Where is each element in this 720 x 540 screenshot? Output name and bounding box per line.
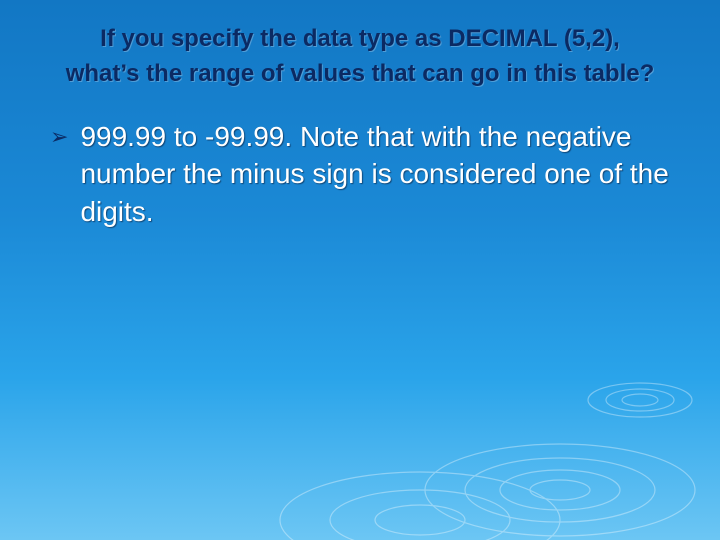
slide-title: If you specify the data type as DECIMAL …: [0, 0, 720, 102]
bullet-item: ➢ 999.99 to -99.99. Note that with the n…: [50, 118, 670, 231]
bullet-arrow-icon: ➢: [50, 122, 68, 153]
ripple-decoration: [0, 280, 720, 540]
bullet-text: 999.99 to -99.99. Note that with the neg…: [80, 118, 670, 231]
slide-content: ➢ 999.99 to -99.99. Note that with the n…: [0, 102, 720, 231]
